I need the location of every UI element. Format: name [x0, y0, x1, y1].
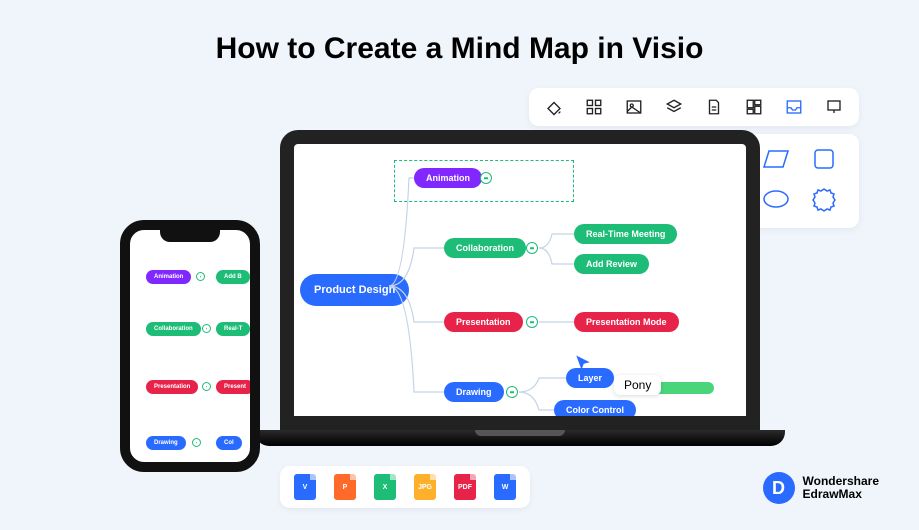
- fill-icon[interactable]: [545, 98, 563, 116]
- file-jpg-icon[interactable]: JPG: [414, 474, 436, 500]
- image-icon[interactable]: [625, 98, 643, 116]
- cursor-label: Pony: [614, 375, 661, 395]
- phone-node-addb: Add B: [216, 270, 250, 284]
- phone-node-collab: Collaboration: [146, 322, 201, 336]
- layers-icon[interactable]: [665, 98, 683, 116]
- phone-mockup: Animation Add B Collaboration Real-T Pre…: [120, 220, 260, 472]
- phone-node-drawing: Drawing: [146, 436, 186, 450]
- cursor-icon: [574, 354, 592, 372]
- brand-text: Wondershare EdrawMax: [803, 475, 879, 501]
- phone-node-presentmode: Present: [216, 380, 250, 394]
- node-realtime[interactable]: Real-Time Meeting: [574, 224, 677, 244]
- expand-icon[interactable]: [480, 172, 492, 184]
- node-presentation[interactable]: Presentation: [444, 312, 523, 332]
- apps-icon[interactable]: [585, 98, 603, 116]
- shape-seal[interactable]: [809, 186, 839, 212]
- file-word-icon[interactable]: W: [494, 474, 516, 500]
- node-addreview[interactable]: Add Review: [574, 254, 649, 274]
- brand-logo: D Wondershare EdrawMax: [763, 472, 879, 504]
- node-colorcontrol[interactable]: Color Control: [554, 400, 636, 420]
- brand-mark-icon: D: [763, 472, 795, 504]
- node-animation[interactable]: Animation: [414, 168, 482, 188]
- phone-node-realt: Real-T: [216, 322, 250, 336]
- file-ppt-icon[interactable]: P: [334, 474, 356, 500]
- phone-notch: [160, 230, 220, 242]
- node-presentmode[interactable]: Presentation Mode: [574, 312, 679, 332]
- phone-node-col: Col: [216, 436, 242, 450]
- expand-icon: [192, 438, 201, 447]
- expand-icon: [202, 382, 211, 391]
- node-drawing[interactable]: Drawing: [444, 382, 504, 402]
- laptop-mockup: Product Design Animation Collaboration P…: [255, 130, 785, 470]
- laptop-base: [255, 430, 785, 446]
- brand-bottom: EdrawMax: [803, 488, 879, 501]
- file-excel-icon[interactable]: X: [374, 474, 396, 500]
- inbox-icon[interactable]: [785, 98, 803, 116]
- export-formats: V P X JPG PDF W: [280, 466, 530, 508]
- file-icon[interactable]: [705, 98, 723, 116]
- expand-icon[interactable]: [526, 316, 538, 328]
- file-visio-icon[interactable]: V: [294, 474, 316, 500]
- phone-node-animation: Animation: [146, 270, 191, 284]
- expand-icon: [202, 324, 211, 333]
- shape-square[interactable]: [809, 146, 839, 172]
- expand-icon[interactable]: [506, 386, 518, 398]
- node-greenbar[interactable]: [654, 382, 714, 394]
- expand-icon: [196, 272, 205, 281]
- laptop-screen: Product Design Animation Collaboration P…: [280, 130, 760, 430]
- pin-icon[interactable]: [825, 98, 843, 116]
- expand-icon[interactable]: [526, 242, 538, 254]
- dashboard-icon[interactable]: [745, 98, 763, 116]
- node-collaboration[interactable]: Collaboration: [444, 238, 526, 258]
- shape-toolbar: [529, 88, 859, 126]
- file-pdf-icon[interactable]: PDF: [454, 474, 476, 500]
- node-root[interactable]: Product Design: [300, 274, 409, 306]
- phone-screen: Animation Add B Collaboration Real-T Pre…: [130, 230, 250, 462]
- page-title: How to Create a Mind Map in Visio: [0, 32, 919, 66]
- phone-node-present: Presentation: [146, 380, 198, 394]
